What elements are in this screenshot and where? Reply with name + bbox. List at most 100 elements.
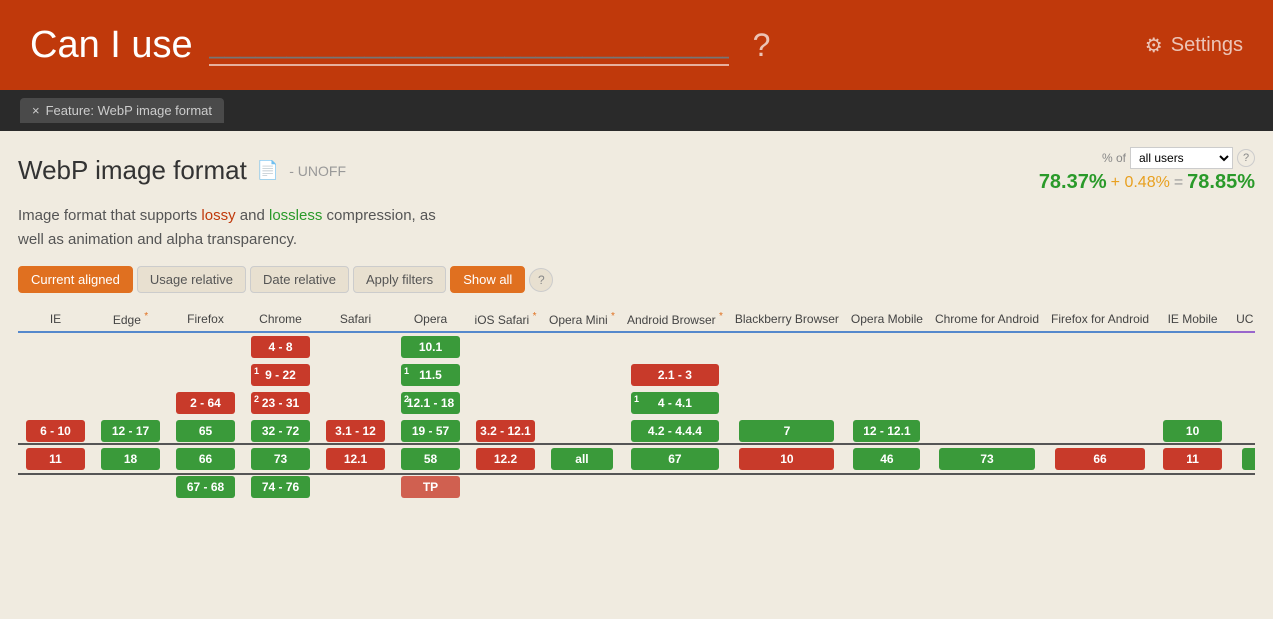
th-edge: Edge * [93,307,168,332]
th-opera: Opera [393,307,468,332]
table-cell [929,473,1045,501]
table-cell [1230,361,1255,389]
usage-stats-row: 78.37% + 0.48% = 78.85% [999,171,1255,194]
th-safari: Safari [318,307,393,332]
table-cell: 12 - 12.1 [845,417,929,445]
table-cell [318,361,393,389]
table-cell [468,389,543,417]
table-cell [1045,473,1155,501]
table-cell [93,361,168,389]
feature-description: Image format that supports lossy and los… [18,204,1255,252]
table-cell: 67 - 68 [168,473,243,501]
table-cell [1230,417,1255,445]
table-row: 4 - 8 10.1 [18,332,1255,361]
table-row: 6 - 1012 - 176532 - 723.1 - 1219 - 573.2… [18,417,1255,445]
th-android-browser: Android Browser * [621,307,729,332]
th-opera-mini: Opera Mini * [543,307,621,332]
filter-date-relative[interactable]: Date relative [250,266,349,293]
percent-of-label: % of [1102,151,1126,165]
filter-usage-relative[interactable]: Usage relative [137,266,246,293]
usage-help-icon[interactable]: ? [1237,149,1255,167]
table-cell: 11 [18,445,93,473]
table-cell: 11 [1155,445,1230,473]
table-cell [318,332,393,361]
table-cell [845,332,929,361]
table-cell: 212.1 - 18 [393,389,468,417]
tab-webp[interactable]: × Feature: WebP image format [20,98,224,123]
th-ie: IE [18,307,93,332]
page-title-group: WebP image format 📄 - UNOFF [18,155,346,186]
table-cell: 10.1 [393,332,468,361]
table-cell [468,332,543,361]
table-cell: 32 - 72 [243,417,318,445]
desc-lossy: lossy [201,207,235,224]
tab-close-btn[interactable]: × [32,103,40,118]
table-cell [929,361,1045,389]
table-cell [468,473,543,501]
table-cell [729,361,845,389]
table-cell [168,361,243,389]
th-firefox-android: Firefox for Android [1045,307,1155,332]
table-cell [543,332,621,361]
table-cell: 19 - 57 [393,417,468,445]
app-logo: Can I use [30,24,193,67]
search-help-icon[interactable]: ? [753,27,771,64]
filter-show-all[interactable]: Show all [450,266,525,293]
gear-icon: ⚙ [1145,33,1163,58]
table-cell [318,389,393,417]
settings-label: Settings [1171,34,1243,57]
table-row: 19 - 22 111.5 2.1 - 3 [18,361,1255,389]
settings-button[interactable]: ⚙ Settings [1145,33,1243,58]
table-cell [845,389,929,417]
header: Can I use ? ⚙ Settings [0,0,1273,90]
table-cell [318,473,393,501]
table-cell: 73 [929,445,1045,473]
table-cell [729,389,845,417]
table-cell [1045,361,1155,389]
table-cell [1155,332,1230,361]
table-cell: 3.1 - 12 [318,417,393,445]
compat-table: IE Edge * Firefox Chrome Safari Opera iO… [18,307,1255,501]
th-chrome-android: Chrome for Android [929,307,1045,332]
doc-icon: 📄 [257,160,279,181]
table-cell [18,361,93,389]
filter-help-icon[interactable]: ? [529,268,553,292]
filter-apply[interactable]: Apply filters [353,266,446,293]
table-cell [929,389,1045,417]
th-blackberry: Blackberry Browser [729,307,845,332]
table-cell [93,389,168,417]
user-select[interactable]: all users tracked users my users [1130,147,1233,169]
table-cell [18,389,93,417]
table-cell [543,389,621,417]
table-cell [729,473,845,501]
table-cell: 111.5 [393,361,468,389]
table-cell [1045,389,1155,417]
search-input[interactable] [209,24,729,66]
table-cell [929,417,1045,445]
table-cell [543,473,621,501]
table-cell [18,332,93,361]
table-cell: 14 - 4.1 [621,389,729,417]
th-firefox: Firefox [168,307,243,332]
table-cell: 2.1 - 3 [621,361,729,389]
table-cell [621,473,729,501]
table-cell [468,361,543,389]
table-cell: 12 - 17 [93,417,168,445]
compat-table-wrapper: IE Edge * Firefox Chrome Safari Opera iO… [18,307,1255,501]
filter-current-aligned[interactable]: Current aligned [18,266,133,293]
table-cell [1155,389,1230,417]
table-cell: TP [393,473,468,501]
table-cell: 74 - 76 [243,473,318,501]
title-row: WebP image format 📄 - UNOFF % of all use… [18,147,1255,194]
table-cell: 66 [1045,445,1155,473]
table-cell: 10 [729,445,845,473]
table-cell [168,332,243,361]
table-cell: 6 - 10 [18,417,93,445]
table-cell: 18 [93,445,168,473]
th-uc-browser: UC Browser for Android [1230,307,1255,332]
table-cell [18,473,93,501]
unoff-badge: - UNOFF [289,163,346,179]
table-cell [845,361,929,389]
table-cell: 11.8 [1230,445,1255,473]
table-row: 1118667312.15812.2all67104673661111.89.2 [18,445,1255,473]
